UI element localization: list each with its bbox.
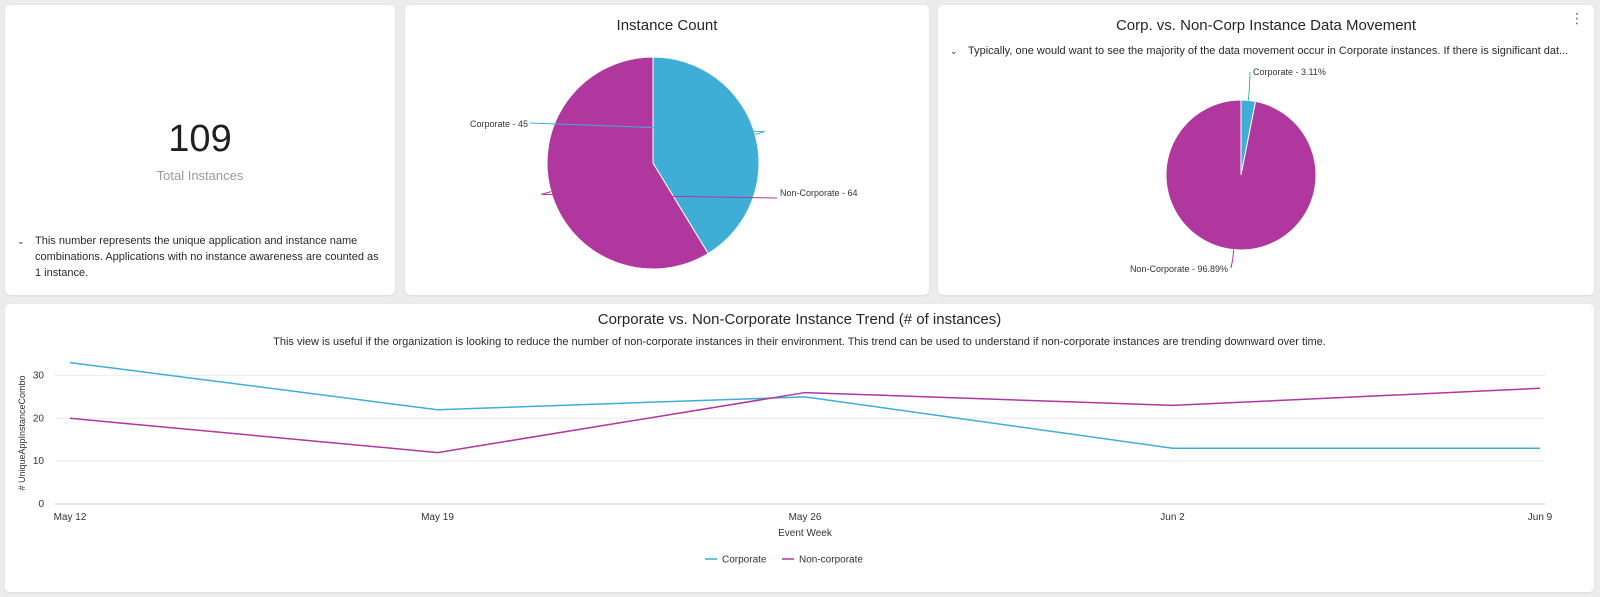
kpi-label: Total Instances (156, 168, 244, 183)
pie-label-non-corporate: Non-Corporate - 96.89% (1130, 264, 1228, 274)
legend-label-corporate[interactable]: Corporate (722, 555, 767, 566)
instance-trend-line-chart: 0 10 20 30 May 12 May 19 May 26 Jun 2 Jun 9 # U… (17, 361, 1553, 566)
x-tick-label: Jun 2 (1160, 512, 1185, 523)
instance-trend-tile: Corporate vs. Non-Corporate Instance Tre… (5, 304, 1594, 592)
y-tick-label: 30 (33, 370, 45, 381)
x-tick-label: May 12 (54, 512, 87, 523)
instance-count-pie-chart: Corporate - 45 Non-Corporate - 64 (470, 56, 858, 270)
y-tick-label: 20 (33, 413, 45, 424)
kpi-value: 109 (168, 118, 232, 160)
instance-count-tile: Instance Count Corporate - 45 Non-Corpor… (405, 5, 929, 295)
pie-label-corporate: Corporate - 3.11% (1253, 67, 1326, 77)
x-axis-ticks: May 12 May 19 May 26 Jun 2 Jun 9 (54, 512, 1553, 523)
data-movement-pie-chart: Corporate - 3.11% Non-Corporate - 96.89% (1130, 67, 1326, 274)
kpi-note-text: This number represents the unique applic… (35, 235, 379, 279)
y-axis-ticks: 0 10 20 30 (33, 370, 45, 510)
x-tick-label: May 19 (421, 512, 454, 523)
total-instances-tile: 109 Total Instances ⌄ This number repres… (5, 5, 395, 295)
x-axis-label: Event Week (778, 528, 833, 539)
legend: Corporate Non-corporate (705, 555, 863, 566)
legend-label-non-corporate[interactable]: Non-corporate (799, 555, 863, 566)
series-line-non-corporate[interactable] (69, 387, 1541, 454)
y-axis-label: # UniqueAppInstanceCombo (17, 375, 27, 490)
data-movement-tile: Corp. vs. Non-Corp Instance Data Movemen… (938, 5, 1594, 295)
y-tick-label: 10 (33, 456, 45, 467)
x-tick-label: Jun 9 (1528, 512, 1553, 523)
gridlines (55, 374, 1545, 505)
kpi-note: ⌄ This number represents the unique appl… (17, 233, 387, 281)
y-tick-label: 0 (38, 499, 44, 510)
pie-label-corporate: Corporate - 45 (470, 119, 528, 129)
pie-leader-corporate (1247, 71, 1251, 101)
pie-leader-non-corporate (1230, 249, 1235, 269)
pie-slice-non-corporate[interactable] (1165, 99, 1317, 251)
chevron-down-icon[interactable]: ⌄ (17, 233, 25, 249)
pie-label-non-corporate: Non-Corporate - 64 (780, 188, 858, 198)
series-lines (69, 361, 1541, 454)
x-tick-label: May 26 (789, 512, 822, 523)
